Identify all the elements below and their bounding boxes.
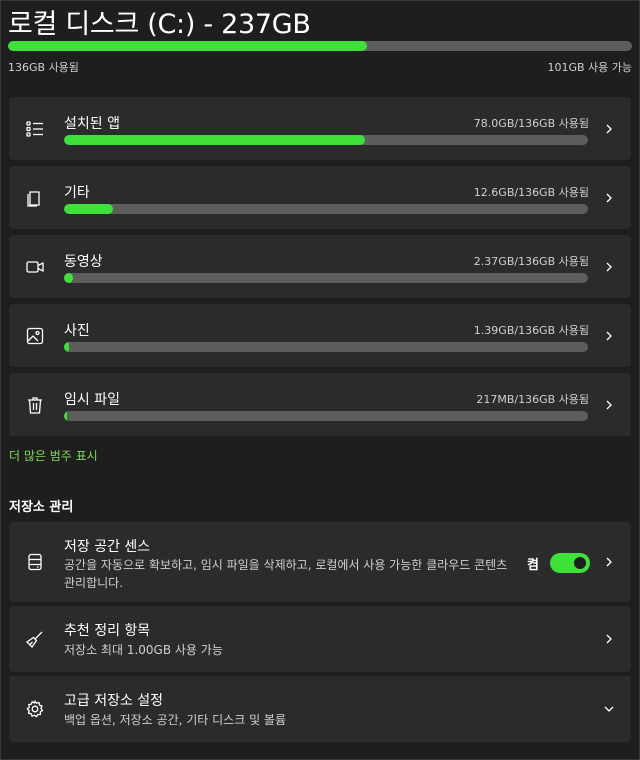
- chevron-right-icon: [606, 124, 612, 134]
- advanced-storage-settings-card[interactable]: 고급 저장소 설정 백업 옵션, 저장소 공간, 기타 디스크 및 볼륨: [9, 676, 631, 742]
- image-icon: [26, 327, 44, 345]
- category-amount: 2.37GB/136GB 사용됨: [473, 255, 589, 268]
- category-name: 기타: [64, 185, 90, 201]
- category-usage-fill: [64, 411, 67, 421]
- video-icon: [26, 261, 44, 273]
- show-more-categories-link[interactable]: 더 많은 범주 표시: [9, 447, 98, 464]
- category-other[interactable]: 기타 12.6GB/136GB 사용됨: [9, 166, 631, 229]
- cleanup-title: 추천 정리 항목: [64, 623, 151, 639]
- chevron-down-icon: [604, 706, 614, 712]
- storage-management-heading: 저장소 관리: [9, 500, 74, 515]
- advanced-settings-description: 백업 옵션, 저장소 공간, 기타 디스크 및 볼륨: [64, 713, 287, 727]
- chevron-right-icon: [606, 331, 612, 341]
- category-amount: 12.6GB/136GB 사용됨: [473, 186, 589, 199]
- toggle-knob: [574, 557, 586, 569]
- free-space-label: 101GB 사용 가능: [547, 61, 632, 74]
- storage-sense-card[interactable]: 저장 공간 센스 공간을 자동으로 확보하고, 임시 파일을 삭제하고, 로컬에…: [9, 522, 631, 602]
- storage-sense-title: 저장 공간 센스: [64, 539, 151, 555]
- used-space-label: 136GB 사용됨: [8, 61, 79, 74]
- cleanup-description: 저장소 최대 1.00GB 사용 가능: [64, 643, 223, 657]
- category-usage-fill: [64, 204, 113, 214]
- category-name: 설치된 앱: [64, 116, 120, 132]
- chevron-right-icon: [606, 557, 612, 567]
- disk-usage-fill: [8, 41, 367, 51]
- category-usage-bar: [64, 135, 588, 145]
- storage-sense-toggle-label: 켬: [527, 558, 539, 573]
- cleanup-recommendations-card[interactable]: 추천 정리 항목 저장소 최대 1.00GB 사용 가능: [9, 606, 631, 672]
- category-amount: 217MB/136GB 사용됨: [476, 393, 589, 406]
- storage-sense-toggle[interactable]: [550, 553, 590, 573]
- chevron-right-icon: [606, 634, 612, 644]
- category-videos[interactable]: 동영상 2.37GB/136GB 사용됨: [9, 235, 631, 298]
- category-usage-bar: [64, 273, 588, 283]
- gear-icon: [26, 700, 44, 718]
- disk-usage-bar: [8, 41, 632, 51]
- broom-icon: [25, 631, 43, 649]
- category-usage-bar: [64, 204, 588, 214]
- chevron-right-icon: [606, 262, 612, 272]
- trash-icon: [28, 397, 42, 414]
- chevron-right-icon: [606, 400, 612, 410]
- category-usage-fill: [64, 135, 365, 145]
- category-temporary-files[interactable]: 임시 파일 217MB/136GB 사용됨: [9, 373, 631, 436]
- category-usage-bar: [64, 342, 588, 352]
- category-usage-fill: [64, 342, 70, 352]
- apps-list-icon: [26, 121, 43, 137]
- category-usage-bar: [64, 411, 588, 421]
- category-name: 사진: [64, 323, 90, 339]
- category-amount: 1.39GB/136GB 사용됨: [473, 324, 589, 337]
- advanced-settings-title: 고급 저장소 설정: [64, 693, 164, 709]
- category-installed-apps[interactable]: 설치된 앱 78.0GB/136GB 사용됨: [9, 97, 631, 160]
- category-amount: 78.0GB/136GB 사용됨: [473, 117, 589, 130]
- other-files-icon: [27, 191, 40, 207]
- chevron-right-icon: [606, 193, 612, 203]
- category-usage-fill: [64, 273, 73, 283]
- drive-icon: [28, 553, 42, 571]
- category-name: 동영상: [64, 254, 103, 270]
- category-pictures[interactable]: 사진 1.39GB/136GB 사용됨: [9, 304, 631, 367]
- storage-sense-description: 공간을 자동으로 확보하고, 임시 파일을 삭제하고, 로컬에서 사용 가능한 …: [64, 558, 508, 590]
- category-name: 임시 파일: [64, 392, 120, 408]
- page-title: 로컬 디스크 (C:) - 237GB: [8, 9, 311, 40]
